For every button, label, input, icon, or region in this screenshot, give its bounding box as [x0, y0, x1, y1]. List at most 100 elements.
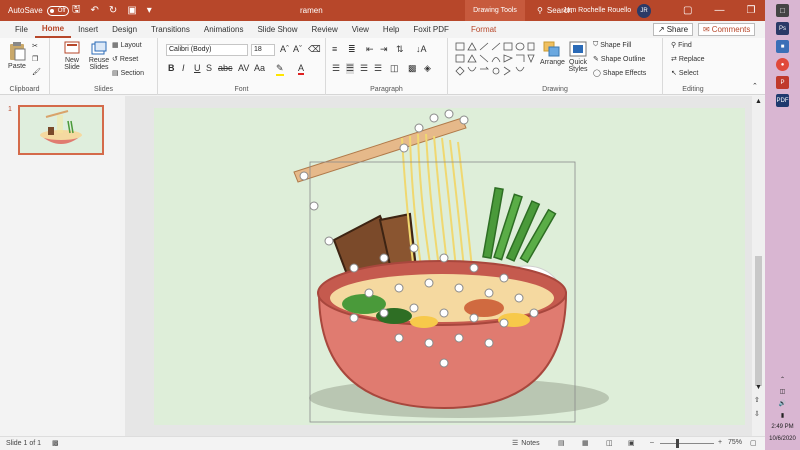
customize-qat-icon[interactable]: ▾: [147, 5, 152, 16]
powerpoint-app-icon[interactable]: P: [776, 76, 789, 89]
next-slide-icon[interactable]: ⇩: [754, 410, 760, 418]
undo-icon[interactable]: ↶: [91, 5, 99, 16]
change-case-icon[interactable]: Aa: [254, 63, 265, 73]
scroll-up-icon[interactable]: ▲: [755, 98, 762, 105]
zoom-out-icon[interactable]: –: [650, 439, 654, 446]
format-painter-icon[interactable]: 🖌: [32, 68, 41, 76]
bold-icon[interactable]: B: [168, 63, 175, 73]
tab-home[interactable]: Home: [34, 22, 72, 38]
italic-icon[interactable]: I: [182, 63, 185, 73]
font-name-dropdown[interactable]: Calibri (Body): [166, 44, 248, 56]
shape-effects-button[interactable]: ◯ Shape Effects: [593, 69, 646, 78]
battery-icon[interactable]: ▮: [765, 412, 800, 419]
share-button[interactable]: ↗ Share: [653, 23, 694, 36]
autosave-toggle[interactable]: Off: [46, 5, 69, 16]
spellcheck-icon[interactable]: ▩: [52, 439, 59, 447]
cut-icon[interactable]: ✂: [32, 42, 38, 50]
find-button[interactable]: ⚲ Find: [671, 41, 692, 50]
align-center-icon[interactable]: ☰: [346, 63, 355, 74]
char-spacing-icon[interactable]: AV: [238, 63, 249, 73]
tab-review[interactable]: Review: [304, 21, 344, 38]
tab-foxit-pdf[interactable]: Foxit PDF: [406, 21, 456, 38]
clear-formatting-icon[interactable]: ⌫: [308, 44, 321, 55]
highlight-icon[interactable]: ✎: [276, 63, 284, 76]
zoom-slider-thumb[interactable]: [676, 439, 679, 448]
reuse-slides-button[interactable]: Reuse Slides: [86, 41, 112, 71]
save-icon[interactable]: 🖫: [72, 2, 81, 19]
shadow-icon[interactable]: S: [206, 63, 212, 73]
replace-button[interactable]: ⇄ Replace: [671, 55, 705, 64]
slide-thumbnail[interactable]: [18, 105, 104, 155]
decrease-font-icon[interactable]: Aˇ: [293, 44, 302, 54]
font-color-icon[interactable]: A: [298, 63, 305, 75]
tab-transitions[interactable]: Transitions: [144, 21, 197, 38]
copy-icon[interactable]: ❐: [32, 55, 38, 63]
network-icon[interactable]: ◫: [765, 388, 800, 395]
user-account[interactable]: Jam Rochelle Rouello JR: [563, 0, 652, 21]
tab-help[interactable]: Help: [376, 21, 406, 38]
quick-styles-button[interactable]: Quick Styles: [566, 41, 590, 73]
normal-view-icon[interactable]: ▤: [558, 439, 565, 447]
align-text-icon[interactable]: ▩: [408, 63, 417, 74]
select-button[interactable]: ↖ Select: [671, 69, 698, 78]
tab-slide-show[interactable]: Slide Show: [250, 21, 304, 38]
smartart-icon[interactable]: ◈: [424, 63, 431, 74]
restore-icon[interactable]: ❐: [746, 5, 755, 16]
slide[interactable]: [154, 108, 745, 425]
columns-icon[interactable]: ◫: [390, 63, 399, 74]
underline-icon[interactable]: U: [194, 63, 201, 73]
vertical-scrollbar[interactable]: ▲ ▼ ⇧ ⇩: [752, 96, 765, 436]
numbering-icon[interactable]: ≣: [348, 44, 356, 55]
app-icon[interactable]: ■: [776, 40, 789, 53]
paste-button[interactable]: Paste: [8, 41, 26, 70]
reset-button[interactable]: ↺ Reset: [112, 55, 138, 64]
volume-icon[interactable]: 🔊: [765, 400, 800, 407]
tray-chevron-icon[interactable]: ⌃: [765, 376, 800, 383]
autosave[interactable]: AutoSave Off: [8, 0, 69, 21]
tab-animations[interactable]: Animations: [197, 21, 251, 38]
justify-icon[interactable]: ☰: [374, 63, 382, 74]
zoom-level[interactable]: 75%: [728, 439, 742, 446]
increase-indent-icon[interactable]: ⇥: [380, 44, 388, 55]
font-size-dropdown[interactable]: 18: [251, 44, 275, 56]
slideshow-icon[interactable]: ▣: [127, 5, 136, 16]
minimize-icon[interactable]: —: [714, 5, 724, 16]
ramen-illustration[interactable]: [154, 108, 745, 425]
tab-format[interactable]: Format: [464, 21, 503, 38]
fit-slide-icon[interactable]: ▢: [750, 439, 757, 447]
notification-icon[interactable]: □: [776, 4, 789, 17]
scrollbar-thumb[interactable]: [755, 256, 762, 386]
line-spacing-icon[interactable]: ⇅: [396, 44, 404, 55]
zoom-slider[interactable]: [660, 439, 714, 448]
align-left-icon[interactable]: ☰: [332, 63, 340, 74]
slideshow-view-icon[interactable]: ▣: [628, 439, 635, 447]
scroll-down-icon[interactable]: ▼: [755, 384, 762, 391]
decrease-indent-icon[interactable]: ⇤: [366, 44, 374, 55]
increase-font-icon[interactable]: Aˆ: [280, 44, 289, 54]
reading-view-icon[interactable]: ◫: [606, 439, 613, 447]
chrome-app-icon[interactable]: ●: [776, 58, 789, 71]
new-slide-button[interactable]: New Slide: [58, 41, 86, 71]
shapes-gallery[interactable]: [454, 41, 536, 77]
clock-time[interactable]: 2:49 PM: [765, 424, 800, 430]
shape-outline-button[interactable]: ✎ Shape Outline: [593, 55, 645, 64]
section-button[interactable]: ▤ Section: [112, 69, 144, 78]
comments-button[interactable]: ✉ Comments: [698, 23, 756, 36]
zoom-in-icon[interactable]: +: [718, 439, 722, 446]
bullets-icon[interactable]: ≡: [332, 44, 337, 54]
tab-insert[interactable]: Insert: [71, 21, 105, 38]
layout-button[interactable]: ▦ Layout: [112, 41, 142, 50]
slide-sorter-icon[interactable]: ▦: [582, 439, 589, 447]
shape-fill-button[interactable]: ⛉ Shape Fill: [593, 41, 631, 49]
photoshop-app-icon[interactable]: Ps: [776, 22, 789, 35]
redo-icon[interactable]: ↻: [109, 5, 117, 16]
text-direction-icon[interactable]: ↓A: [416, 44, 427, 54]
tab-view[interactable]: View: [345, 21, 376, 38]
tab-design[interactable]: Design: [105, 21, 144, 38]
tab-file[interactable]: File: [8, 21, 35, 38]
collapse-ribbon-icon[interactable]: ⌃: [752, 82, 758, 90]
notes-button[interactable]: ☰ Notes: [512, 439, 540, 448]
strikethrough-icon[interactable]: abc: [218, 63, 233, 73]
pdf-app-icon[interactable]: PDF: [776, 94, 789, 107]
prev-slide-icon[interactable]: ⇧: [754, 396, 760, 404]
